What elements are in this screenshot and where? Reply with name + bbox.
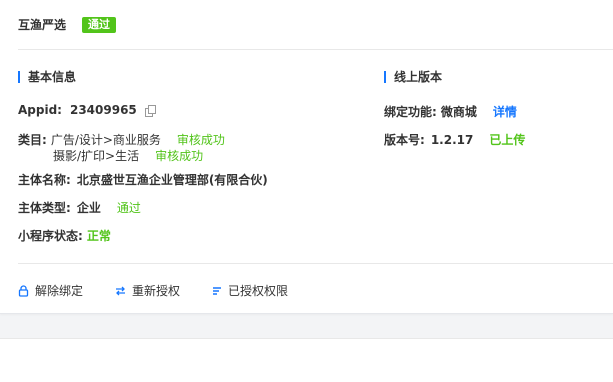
subject-type-value: 企业 (76, 201, 101, 215)
reauthorize-label: 重新授权 (132, 284, 181, 298)
basic-info-title-text: 基本信息 (28, 70, 77, 84)
appid-label: Appid: (18, 103, 62, 117)
bind-value: 微商城 (440, 105, 477, 119)
unbind-button[interactable]: 解除绑定 (18, 282, 83, 299)
bind-row: 绑定功能: 微商城 详情 (384, 103, 517, 120)
status-badge: 通过 (82, 16, 117, 33)
mini-status-row: 小程序状态: 正常 (18, 227, 111, 244)
header-divider (18, 49, 613, 50)
subject-type-status: 通过 (116, 201, 141, 215)
permissions-button[interactable]: 已授权权限 (212, 282, 288, 299)
reauthorize-button[interactable]: 重新授权 (115, 282, 180, 299)
section-marker (384, 70, 386, 83)
subject-type-label: 主体类型: (18, 201, 71, 215)
subject-name-row: 主体名称: 北京盛世互渔企业管理部(有限合伙) (18, 171, 268, 188)
category-name: 摄影/扩印>生活 (53, 149, 140, 163)
detail-link[interactable]: 详情 (493, 103, 517, 120)
category-row-1: 类目: 广告/设计>商业服务 审核成功 (18, 131, 225, 148)
lock-icon (18, 284, 29, 297)
category-label: 类目: (18, 133, 47, 147)
unbind-label: 解除绑定 (35, 284, 84, 298)
appid-row: Appid: 23409965 (18, 103, 156, 117)
basic-info-title: 基本信息 (18, 68, 76, 85)
category-name: 广告/设计>商业服务 (50, 133, 161, 147)
bottom-panel (0, 338, 613, 382)
version-value: 1.2.17 (430, 132, 474, 147)
subject-name-label: 主体名称: (18, 173, 71, 187)
category-status: 审核成功 (176, 133, 225, 147)
mini-status-value: 正常 (86, 229, 111, 243)
mini-status-label: 小程序状态: (18, 229, 83, 243)
mini-program-card: 互渔严选 通过 基本信息 Appid: 23409965 类目: 广告/设计>商… (0, 0, 613, 314)
subject-type-row: 主体类型: 企业 通过 (18, 199, 141, 216)
category-status: 审核成功 (155, 149, 204, 163)
subject-name-value: 北京盛世互渔企业管理部(有限合伙) (76, 173, 268, 187)
bind-label: 绑定功能: (384, 105, 437, 119)
version-status: 已上传 (489, 133, 526, 147)
category-row-2: 摄影/扩印>生活 审核成功 (53, 147, 203, 164)
online-version-title: 线上版本 (384, 68, 442, 85)
section-marker (18, 70, 20, 83)
copy-icon[interactable] (144, 105, 156, 117)
version-label: 版本号: (384, 133, 425, 147)
swap-icon (116, 286, 126, 295)
permissions-label: 已授权权限 (228, 284, 289, 298)
card-header: 互渔严选 通过 (18, 16, 117, 33)
action-bar: 解除绑定 重新授权 已授权权限 (18, 282, 288, 299)
version-row: 版本号: 1.2.17 已上传 (384, 131, 525, 148)
actions-divider (18, 263, 613, 264)
online-version-title-text: 线上版本 (394, 70, 443, 84)
list-icon (213, 286, 222, 295)
app-name: 互渔严选 (18, 18, 67, 32)
appid-value: 23409965 (69, 103, 137, 117)
